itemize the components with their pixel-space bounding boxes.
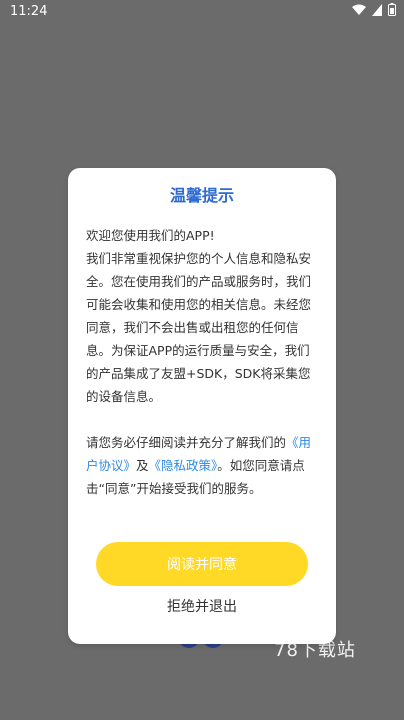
- agree-button[interactable]: 阅读并同意: [96, 542, 308, 586]
- app-screen: 11:24 78下载站 温馨提示 欢迎您使用我们的APP! 我们非常重视保护您的…: [0, 0, 404, 720]
- signal-icon: [372, 3, 382, 16]
- dialog-paragraph-2: 请您务必仔细阅读并充分了解我们的《用户协议》及《隐私政策》。如您同意请点击“同意…: [86, 431, 322, 500]
- status-time: 11:24: [10, 4, 48, 19]
- welcome-line: 欢迎您使用我们的APP!: [86, 228, 215, 243]
- privacy-policy-link[interactable]: 《隐私政策》: [149, 458, 218, 473]
- privacy-statement: 我们非常重视保护您的个人信息和隐私安全。您在使用我们的产品或服务时，我们可能会收…: [86, 251, 312, 404]
- dialog-title: 温馨提示: [169, 186, 234, 205]
- status-icons: [352, 3, 396, 16]
- privacy-dialog: 温馨提示 欢迎您使用我们的APP! 我们非常重视保护您的个人信息和隐私安全。您在…: [68, 168, 336, 644]
- reject-exit-button[interactable]: 拒绝并退出: [68, 596, 336, 618]
- battery-icon: [388, 3, 396, 16]
- agreement-prefix: 请您务必仔细阅读并充分了解我们的: [86, 435, 287, 450]
- and-text: 及: [136, 458, 149, 473]
- wifi-icon: [352, 4, 366, 16]
- dialog-body: 欢迎您使用我们的APP! 我们非常重视保护您的个人信息和隐私安全。您在使用我们的…: [86, 224, 322, 500]
- dialog-paragraph-1: 欢迎您使用我们的APP! 我们非常重视保护您的个人信息和隐私安全。您在使用我们的…: [86, 224, 322, 408]
- status-bar: 11:24: [0, 0, 404, 24]
